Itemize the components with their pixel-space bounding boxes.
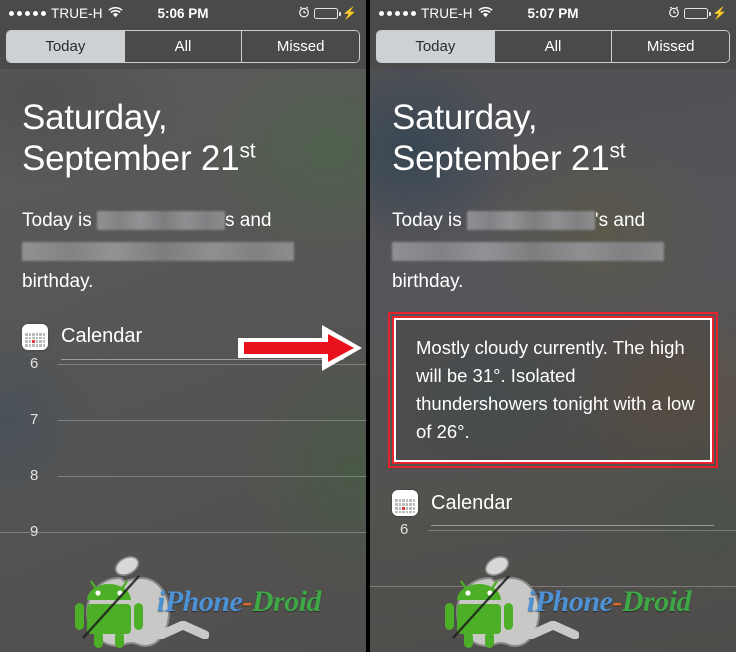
hour-row: 6: [392, 521, 736, 586]
hour-label: 6: [400, 521, 409, 539]
signal-strength-icon: [9, 10, 46, 16]
battery-icon: [314, 7, 341, 19]
lightning-bolt-icon: ⚡: [712, 6, 727, 20]
redacted-name-2: [22, 241, 294, 261]
date-line-2: September 21st: [392, 139, 626, 179]
wifi-icon: [108, 5, 123, 21]
date-line-1: Saturday,: [22, 98, 168, 137]
summary-middle: s and: [224, 209, 272, 231]
date-heading-left: Saturday, September 21st: [22, 69, 344, 180]
calendar-label: Calendar: [431, 491, 513, 514]
panel-before: TRUE-H 5:06 PM ⚡ Today All Missed Saturd…: [0, 0, 366, 652]
tab-today[interactable]: Today: [7, 31, 125, 62]
summary-middle: 's and: [594, 209, 646, 231]
tab-missed[interactable]: Missed: [612, 31, 729, 62]
hour-label: 8: [30, 466, 39, 484]
tab-today[interactable]: Today: [377, 31, 495, 62]
right-arrow-icon: [236, 322, 366, 379]
weather-summary-text: Mostly cloudy currently. The high will b…: [416, 336, 695, 443]
today-summary-left: Today is s and birthday.: [22, 206, 317, 298]
date-ordinal: st: [609, 139, 626, 163]
signal-strength-icon: [379, 10, 416, 16]
tab-missed[interactable]: Missed: [242, 31, 359, 62]
summary-suffix: birthday.: [392, 271, 464, 293]
tab-bar-left: Today All Missed: [0, 26, 366, 69]
tab-all[interactable]: All: [124, 31, 243, 62]
calendar-hour-grid-left: 6 7 8 9: [0, 355, 366, 588]
date-heading-right: Saturday, September 21st: [392, 69, 714, 180]
weather-summary-highlight: Mostly cloudy currently. The high will b…: [388, 311, 718, 469]
date-ordinal: st: [239, 139, 256, 163]
calendar-divider: [431, 525, 714, 527]
redacted-name-1: [96, 211, 225, 231]
lightning-bolt-icon: ⚡: [342, 6, 357, 20]
alarm-clock-icon: [298, 5, 310, 21]
hour-row: 9: [0, 523, 366, 588]
carrier-label: TRUE-H: [51, 5, 103, 21]
carrier-label: TRUE-H: [421, 5, 473, 21]
redacted-name-1: [466, 211, 595, 231]
status-bar-left: TRUE-H 5:06 PM ⚡: [0, 0, 366, 26]
status-bar-right: TRUE-H 5:07 PM ⚡: [370, 0, 736, 26]
summary-prefix: Today is: [22, 209, 97, 231]
notification-center-body-right: Saturday, September 21st Today is 's and…: [370, 69, 736, 652]
today-summary-right: Today is 's and birthday.: [392, 206, 687, 298]
summary-suffix: birthday.: [22, 271, 94, 293]
hour-row: 7: [22, 411, 366, 476]
tab-all[interactable]: All: [494, 31, 613, 62]
summary-prefix: Today is: [392, 209, 467, 231]
battery-icon: [684, 7, 711, 19]
wifi-icon: [478, 5, 493, 21]
panel-after: TRUE-H 5:07 PM ⚡ Today All Missed Saturd…: [370, 0, 736, 652]
calendar-section-header-right[interactable]: Calendar: [392, 490, 714, 517]
redacted-name-2: [392, 241, 664, 261]
date-line-2: September 21st: [22, 139, 256, 179]
hour-row: 8: [22, 467, 366, 532]
alarm-clock-icon: [668, 5, 680, 21]
calendar-icon: [22, 323, 48, 350]
calendar-icon: [392, 490, 418, 517]
hour-label: 7: [30, 410, 39, 428]
chevron-up-grabber-icon[interactable]: [156, 620, 210, 644]
chevron-up-grabber-icon[interactable]: [526, 620, 580, 644]
comparison-screenshot: TRUE-H 5:06 PM ⚡ Today All Missed Saturd…: [0, 0, 736, 652]
calendar-label: Calendar: [61, 325, 143, 348]
hour-label: 6: [30, 354, 39, 372]
tab-bar-right: Today All Missed: [370, 26, 736, 69]
date-line-1: Saturday,: [392, 98, 538, 137]
